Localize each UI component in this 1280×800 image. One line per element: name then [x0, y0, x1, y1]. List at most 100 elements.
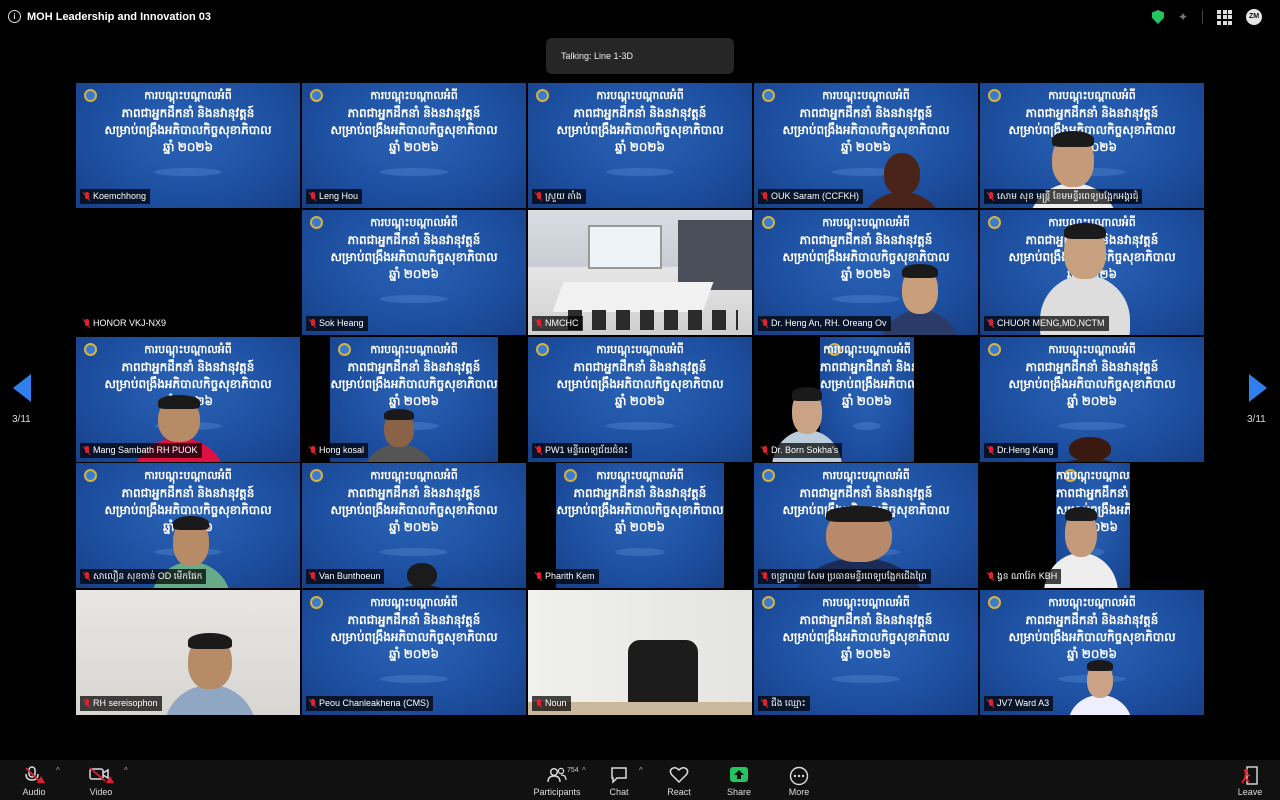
participant-tile[interactable]: ការបណ្ដុះបណ្ដាលអំពីភាពជាអ្នកដឹកនាំ និងនវ… — [754, 337, 978, 462]
leave-icon — [1241, 766, 1258, 785]
audio-button[interactable]: Audio — [4, 760, 64, 800]
page-indicator-right: 3/11 — [1247, 414, 1266, 425]
participant-tile[interactable]: ការបណ្ដុះបណ្ដាលអំពីភាពជាអ្នកដឹកនាំ និងនវ… — [528, 463, 752, 588]
mic-off-icon — [309, 446, 316, 455]
participant-tile[interactable]: ការបណ្ដុះបណ្ដាលអំពីភាពជាអ្នកដឹកនាំ និងនវ… — [302, 210, 526, 335]
user-avatar[interactable]: ZM — [1246, 9, 1262, 25]
slide-text-line4: ឆ្នាំ ២០២៦ — [389, 267, 439, 281]
participant-hair — [384, 409, 414, 420]
chairs — [568, 310, 738, 330]
participant-tile[interactable]: Noun — [528, 590, 752, 715]
slide-text-line4: ឆ្នាំ ២០២៦ — [389, 647, 439, 661]
shield-icon[interactable] — [1151, 10, 1164, 24]
slide-text-line3: សម្រាប់ពង្រឹងអភិបាលកិច្ចសុខាភិបាល — [330, 123, 498, 137]
participant-tile[interactable]: ការបណ្ដុះបណ្ដាលអំពីភាពជាអ្នកដឹកនាំ និងនវ… — [754, 463, 978, 588]
participant-tile[interactable]: ការបណ្ដុះបណ្ដាលអំពីភាពជាអ្នកដឹកនាំ និងនវ… — [528, 83, 752, 208]
participant-tile[interactable]: ការបណ្ដុះបណ្ដាលអំពីភាពជាអ្នកដឹកនាំ និងនវ… — [980, 337, 1204, 462]
participant-tile[interactable]: ការបណ្ដុះបណ្ដាលអំពីភាពជាអ្នកដឹកនាំ និងនវ… — [980, 463, 1204, 588]
participant-name-label: RH sereisophon — [80, 696, 162, 711]
mic-muted-icon — [25, 766, 45, 783]
window — [588, 225, 662, 269]
participant-name-label: Dr. Born Sokha's — [758, 443, 843, 458]
leave-button[interactable]: Leave — [1220, 760, 1280, 800]
slide-text-line2: ភាពជាអ្នកដឹកនាំ និងនវានុវត្តន៍ — [347, 106, 481, 120]
participant-tile[interactable]: ការបណ្ដុះបណ្ដាលអំពីភាពជាអ្នកដឹកនាំ និងនវ… — [754, 83, 978, 208]
page-indicator-left: 3/11 — [12, 414, 31, 425]
participant-tile[interactable]: ការបណ្ដុះបណ្ដាលអំពីភាពជាអ្នកដឹកនាំ និងនវ… — [754, 590, 978, 715]
slide-text-line2: ភាពជាអ្នកដឹកនាំ និងនវានុវត្តន៍ — [799, 486, 933, 500]
participant-count: 754 — [567, 767, 579, 774]
more-button[interactable]: More — [769, 760, 829, 800]
participant-tile[interactable]: ការបណ្ដុះបណ្ដាលអំពីភាពជាអ្នកដឹកនាំ និងនវ… — [754, 210, 978, 335]
audio-options-chevron-icon[interactable]: ^ — [56, 766, 60, 775]
participant-hair — [1052, 131, 1094, 148]
slide-text-line2: ភាពជាអ្នកដឹកនាំ និងនវានុវត្តន៍ — [1025, 613, 1159, 627]
next-page-arrow-icon[interactable] — [1249, 374, 1267, 402]
participant-name: Pharith Kem — [545, 571, 595, 581]
participant-tile[interactable]: NMCHC — [528, 210, 752, 335]
participant-tile[interactable]: ការបណ្ដុះបណ្ដាលអំពីភាពជាអ្នកដឹកនាំ និងនវ… — [302, 590, 526, 715]
previous-page-arrow-icon[interactable] — [13, 374, 31, 402]
participants-options-chevron-icon[interactable]: ^ — [582, 766, 586, 775]
participant-tile[interactable]: ការបណ្ដុះបណ្ដាលអំពីភាពជាអ្នកដឹកនាំ និងនវ… — [302, 337, 526, 462]
slide-text-line2: ភាពជាអ្នកដឹកនាំ និងនវានុវត្តន៍ — [121, 360, 255, 374]
video-button[interactable]: Video — [71, 760, 131, 800]
slide-text-line1: ការបណ្ដុះបណ្ដាលអំពី — [144, 90, 232, 102]
react-button[interactable]: React — [649, 760, 709, 800]
slide-text-line3: សម្រាប់ពង្រឹងអភិបាលកិច្ចសុខាភិបាល — [104, 123, 272, 137]
participant-tile[interactable]: RH sereisophon — [76, 590, 300, 715]
participant-tile[interactable]: ការបណ្ដុះបណ្ដាលអំពីភាពជាអ្នកដឹកនាំ និងនវ… — [980, 83, 1204, 208]
slide-text-line2: ភាពជាអ្នកដឹកនាំ និងនវានុវត្តន៍ — [573, 486, 707, 500]
participant-tile[interactable]: ការបណ្ដុះបណ្ដាលអំពីភាពជាអ្នកដឹកនាំ និងនវ… — [302, 83, 526, 208]
participant-name-label: ង្វន ណារ៉ែក KBH — [984, 569, 1062, 584]
participant-tile[interactable]: ការបណ្ដុះបណ្ដាលអំពីភាពជាអ្នកដឹកនាំ និងនវ… — [76, 337, 300, 462]
slide-decoration — [1058, 422, 1126, 430]
slide-text-line2: ភាពជាអ្នកដឹកនាំ និងនវានុវត្តន៍ — [573, 106, 707, 120]
slide-text-line2: ភាពជាអ្នកដឹកនាំ និងនវានុវត្តន៍ — [121, 106, 255, 120]
leave-label: Leave — [1237, 787, 1263, 797]
participant-name-label: Mang Sambath RH PUOK — [80, 443, 202, 458]
participant-name: ស្រួយ តាំង — [545, 191, 582, 201]
slide-text-line2: ភាពជាអ្នកដឹកនាំ និងនវានុវត្តន៍ — [347, 613, 481, 627]
slide-text-line2: ភាពជាអ្នកដឹកនាំ និងនវានុវត្តន៍ — [573, 360, 707, 374]
participant-name-label: ស្រួយ តាំង — [532, 189, 586, 204]
mic-off-icon — [761, 319, 768, 328]
participant-tile[interactable]: HONOR VKJ-NX9 — [76, 210, 300, 335]
slide-text-line4: ឆ្នាំ ២០២៦ — [389, 140, 439, 154]
ai-companion-icon[interactable]: ✦ — [1178, 10, 1188, 24]
slide-text-line1: ការបណ្ដុះបណ្ដាលអំពី — [1048, 90, 1136, 102]
info-icon[interactable]: i — [8, 10, 21, 23]
slide-text-line4: ឆ្នាំ ២០២៦ — [841, 267, 891, 281]
slide-text-line1: ការបណ្ដុះបណ្ដាលអំពី — [370, 597, 458, 609]
video-options-chevron-icon[interactable]: ^ — [124, 766, 128, 775]
participant-tile[interactable]: ការបណ្ដុះបណ្ដាលអំពីភាពជាអ្នកដឹកនាំ និងនវ… — [76, 463, 300, 588]
slide-text-line2: ភាពជាអ្នកដឹកនាំ និងនវានុវត្តន៍ — [820, 360, 914, 374]
slide-text-line3: សម្រាប់ពង្រឹងអភិបាលកិច្ចសុខាភិបាល — [556, 377, 724, 391]
participants-button[interactable]: 754 Participants — [527, 760, 587, 800]
participant-tile[interactable]: ការបណ្ដុះបណ្ដាលអំពីភាពជាអ្នកដឹកនាំ និងនវ… — [76, 83, 300, 208]
slide-text-line3: សម្រាប់ពង្រឹងអភិបាលកិច្ចសុខាភិបាល — [820, 377, 914, 391]
slide-text-line4: ឆ្នាំ ២០២៦ — [615, 394, 665, 408]
slide-text-line3: សម្រាប់ពង្រឹងអភិបាលកិច្ចសុខាភិបាល — [782, 630, 950, 644]
participant-tile[interactable]: ការបណ្ដុះបណ្ដាលអំពីភាពជាអ្នកដឹកនាំ និងនវ… — [302, 463, 526, 588]
participant-name-label: Noun — [532, 696, 571, 711]
participant-name: ជីង ឈ្មោះ — [771, 698, 806, 708]
slide-text-line2: ភាពជាអ្នកដឹកនាំ និងនវានុវត្តន៍ — [1056, 486, 1130, 500]
slide-text-line4: ឆ្នាំ ២០២៦ — [1067, 394, 1117, 408]
slide-text-line3: សម្រាប់ពង្រឹងអភិបាលកិច្ចសុខាភិបាល — [782, 250, 950, 264]
view-grid-icon[interactable] — [1217, 9, 1232, 25]
slide-text-line3: សម្រាប់ពង្រឹងអភិបាលកិច្ចសុខាភិបាល — [1008, 377, 1176, 391]
slide-text-line4: ឆ្នាំ ២០២៦ — [615, 520, 665, 534]
share-button[interactable]: Share — [709, 760, 769, 800]
participant-name-label: Peou Chanleakhena (CMS) — [306, 696, 434, 711]
participant-name-label: NMCHC — [532, 316, 583, 331]
slide-text-line1: ការបណ្ដុះបណ្ដាលអំពី — [596, 344, 684, 356]
slide-text-line4: ឆ្នាំ ២០២៦ — [841, 140, 891, 154]
meeting-info[interactable]: i MOH Leadership and Innovation 03 — [8, 10, 211, 23]
participant-face — [407, 563, 437, 587]
slide-decoration — [154, 168, 222, 176]
chat-options-chevron-icon[interactable]: ^ — [639, 766, 643, 775]
participant-tile[interactable]: ការបណ្ដុះបណ្ដាលអំពីភាពជាអ្នកដឹកនាំ និងនវ… — [980, 590, 1204, 715]
participant-tile[interactable]: ការបណ្ដុះបណ្ដាលអំពីភាពជាអ្នកដឹកនាំ និងនវ… — [528, 337, 752, 462]
participant-tile[interactable]: ការបណ្ដុះបណ្ដាលអំពីភាពជាអ្នកដឹកនាំ និងនវ… — [980, 210, 1204, 335]
